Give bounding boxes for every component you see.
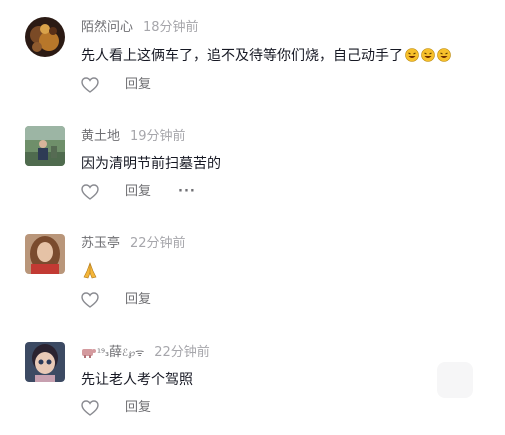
comment-time: 22分钟前 <box>130 236 186 251</box>
comment-text-content: 先让老人考个驾照 <box>81 372 193 388</box>
comment-time: 18分钟前 <box>143 20 199 35</box>
comment-item: ¹⁹₃薛ℰ℘ᯤ 22分钟前 先让老人考个驾照 回复 <box>0 328 505 435</box>
rofl-emoji-icon <box>421 48 435 62</box>
comment-meta: 陌然问心 18分钟前 <box>81 18 199 38</box>
avatar-image <box>25 342 65 382</box>
username[interactable]: 陌然问心 <box>81 20 133 35</box>
reply-button[interactable]: 回复 <box>125 182 151 202</box>
avatar-image <box>25 17 65 57</box>
username[interactable]: 薛 <box>109 345 122 360</box>
comment-text: 先让老人考个驾照 <box>81 369 193 391</box>
comment-item: 黄土地 19分钟前 因为清明节前扫墓苦的 回复 ··· <box>0 110 505 218</box>
pray-emoji-icon <box>83 262 97 279</box>
comment-text: 先人看上这俩车了，追不及待等你们烧，自己动手了 <box>81 45 451 67</box>
badge-icon <box>82 349 96 358</box>
reply-button[interactable]: 回复 <box>125 75 151 95</box>
comment-time: 22分钟前 <box>154 345 210 360</box>
comment-meta: 苏玉亭 22分钟前 <box>81 234 186 254</box>
username[interactable]: 黄土地 <box>81 129 120 144</box>
comment-meta: ¹⁹₃薛ℰ℘ᯤ 22分钟前 <box>81 343 210 363</box>
heart-icon[interactable] <box>81 292 99 308</box>
avatar[interactable] <box>25 234 65 274</box>
more-options-button[interactable]: ··· <box>178 182 196 202</box>
rofl-emoji-icon <box>437 48 451 62</box>
username[interactable]: 苏玉亭 <box>81 236 120 251</box>
username-prefix: ¹⁹₃ <box>97 348 110 359</box>
avatar-image <box>25 234 65 274</box>
reply-button[interactable]: 回复 <box>125 290 151 310</box>
comment-item: 苏玉亭 22分钟前 回复 <box>0 218 505 328</box>
comment-text-content: 先人看上这俩车了，追不及待等你们烧，自己动手了 <box>81 48 403 64</box>
rofl-emoji-icon <box>405 48 419 62</box>
comment-text-content: 因为清明节前扫墓苦的 <box>81 156 221 172</box>
username-suffix: ℰ℘ᯤ <box>122 348 145 359</box>
heart-icon[interactable] <box>81 400 99 416</box>
heart-icon[interactable] <box>81 77 99 93</box>
floating-action-area[interactable] <box>437 362 473 398</box>
avatar[interactable] <box>25 17 65 57</box>
comment-time: 19分钟前 <box>130 129 186 144</box>
avatar[interactable] <box>25 126 65 166</box>
comment-text <box>81 261 99 283</box>
comment-meta: 黄土地 19分钟前 <box>81 127 186 147</box>
avatar-image <box>25 126 65 166</box>
heart-icon[interactable] <box>81 184 99 200</box>
reply-button[interactable]: 回复 <box>125 398 151 418</box>
comment-text: 因为清明节前扫墓苦的 <box>81 153 221 175</box>
avatar[interactable] <box>25 342 65 382</box>
comment-item: 陌然问心 18分钟前 先人看上这俩车了，追不及待等你们烧，自己动手了 回复 <box>0 0 505 110</box>
